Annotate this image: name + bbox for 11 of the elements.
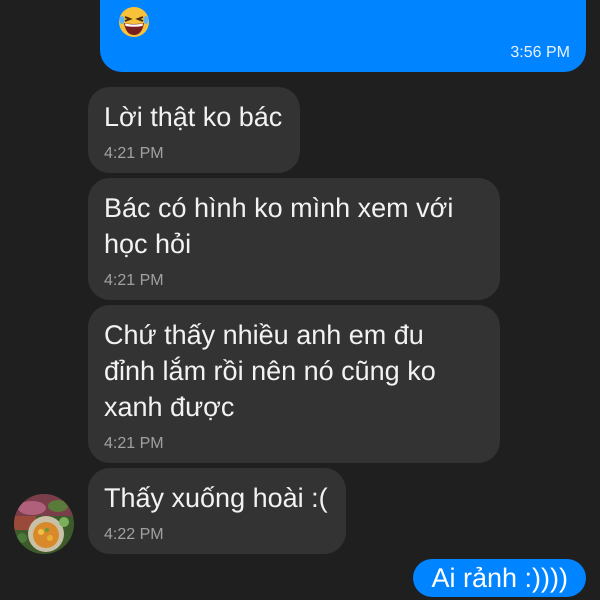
- message-text: Bác có hình ko mình xem với học hỏi: [104, 192, 454, 261]
- message-time: 4:21 PM: [104, 145, 165, 163]
- message-time: 4:22 PM: [104, 526, 165, 544]
- message-time: 4:21 PM: [104, 435, 165, 453]
- laughing-emoji-icon: [118, 6, 150, 38]
- message-text: Chứ thấy nhiều anh em đu đỉnh lắm rồi nên nó cũng ko xanh được: [104, 319, 437, 424]
- message-time: 4:21 PM: [104, 272, 165, 290]
- message-text: Thấy xuống hoài :(: [104, 482, 328, 515]
- message-text: Ai rảnh :)))): [431, 563, 568, 593]
- message-text: Lời thật ko bác: [104, 101, 282, 134]
- message-time: 3:56 PM: [510, 44, 570, 62]
